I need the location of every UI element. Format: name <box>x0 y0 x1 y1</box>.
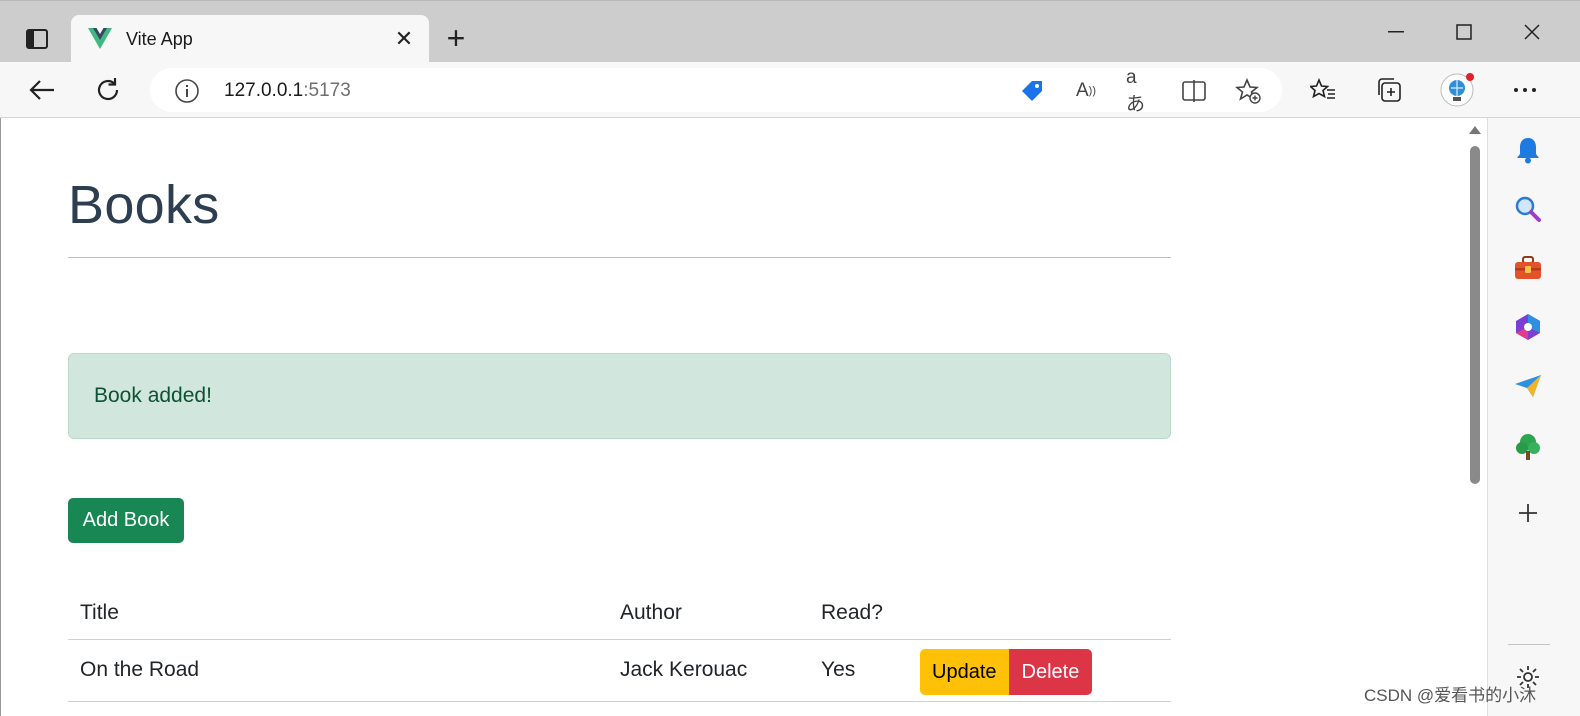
read-aloud-icon[interactable]: A)) <box>1072 78 1100 104</box>
add-icon[interactable] <box>1512 497 1544 529</box>
add-favorite-icon[interactable] <box>1234 78 1262 104</box>
back-arrow-icon <box>29 80 54 100</box>
header-actions <box>915 588 1171 640</box>
header-read: Read? <box>809 588 915 640</box>
refresh-icon <box>97 78 119 101</box>
refresh-button[interactable] <box>90 72 126 108</box>
scroll-thumb[interactable] <box>1470 146 1480 484</box>
page-viewport: Books Book added! Add Book Title Author … <box>0 118 1465 716</box>
cell-title: On the Road <box>68 639 608 702</box>
minimize-button[interactable] <box>1376 15 1416 49</box>
address-bar[interactable]: 127.0.0.1:5173 A)) aあ <box>150 67 1282 115</box>
update-button[interactable]: Update <box>920 649 1009 695</box>
table-row: On the Road Jack Kerouac Yes Update Dele… <box>68 639 1171 702</box>
header-author: Author <box>608 588 809 640</box>
cell-actions: Update Delete <box>915 639 1171 702</box>
tab-title: Vite App <box>126 29 193 49</box>
favorites-button[interactable] <box>1305 72 1341 108</box>
more-dots-icon <box>1514 88 1536 92</box>
success-alert: Book added! <box>68 353 1171 439</box>
alert-message: Book added! <box>94 384 212 407</box>
split-screen-icon[interactable] <box>1180 78 1208 104</box>
books-table: Title Author Read? On the Road Jack Kero… <box>68 588 1171 702</box>
search-icon[interactable] <box>1512 193 1544 225</box>
shopping-tag-icon[interactable] <box>1018 78 1046 104</box>
cell-author: Jack Kerouac <box>608 639 809 702</box>
url-port: :5173 <box>303 80 351 101</box>
close-window-button[interactable] <box>1512 15 1552 49</box>
url-host: 127.0.0.1 <box>224 80 304 101</box>
minimize-icon <box>1388 31 1404 33</box>
active-tab[interactable]: Vite App ✕ <box>71 15 429 63</box>
back-button[interactable] <box>24 72 60 108</box>
bell-icon[interactable] <box>1512 134 1544 166</box>
info-icon[interactable] <box>174 78 200 104</box>
header-title: Title <box>68 588 608 640</box>
tree-icon[interactable] <box>1512 431 1544 463</box>
vertical-scrollbar[interactable] <box>1465 118 1485 716</box>
scroll-up-arrow-icon[interactable] <box>1469 126 1481 134</box>
close-icon <box>1524 24 1540 40</box>
url-text[interactable]: 127.0.0.1:5173 <box>224 80 351 102</box>
new-tab-button[interactable]: + <box>440 22 472 55</box>
office-icon[interactable] <box>1512 311 1544 343</box>
tab-close-icon[interactable]: ✕ <box>393 26 415 51</box>
table-header-row: Title Author Read? <box>68 588 1171 640</box>
avatar <box>1440 73 1474 107</box>
tab-actions-icon <box>26 29 48 49</box>
add-book-button[interactable]: Add Book <box>68 498 184 543</box>
favorites-icon <box>1310 78 1335 99</box>
delete-button[interactable]: Delete <box>1008 649 1093 695</box>
collections-icon <box>1378 78 1401 102</box>
tab-strip: Vite App ✕ + <box>0 0 1580 63</box>
divider <box>68 257 1171 258</box>
maximize-icon <box>1456 24 1472 40</box>
vue-logo-icon <box>88 28 112 49</box>
watermark: CSDN @爱看书的小沐 <box>1364 686 1537 705</box>
collections-button[interactable] <box>1371 72 1407 108</box>
send-icon[interactable] <box>1512 370 1544 402</box>
more-button[interactable] <box>1507 72 1543 108</box>
browser-toolbar: 127.0.0.1:5173 A)) aあ <box>0 62 1580 118</box>
toolbox-icon[interactable] <box>1512 252 1544 284</box>
row-action-group: Update Delete <box>920 649 1093 695</box>
page-title: Books <box>68 175 220 235</box>
tab-actions-button[interactable] <box>16 19 58 59</box>
translate-icon[interactable]: aあ <box>1126 67 1154 115</box>
cell-read: Yes <box>809 639 915 702</box>
edge-sidebar <box>1487 118 1580 716</box>
profile-button[interactable] <box>1439 72 1475 108</box>
sidebar-divider <box>1508 644 1550 645</box>
maximize-button[interactable] <box>1444 15 1484 49</box>
